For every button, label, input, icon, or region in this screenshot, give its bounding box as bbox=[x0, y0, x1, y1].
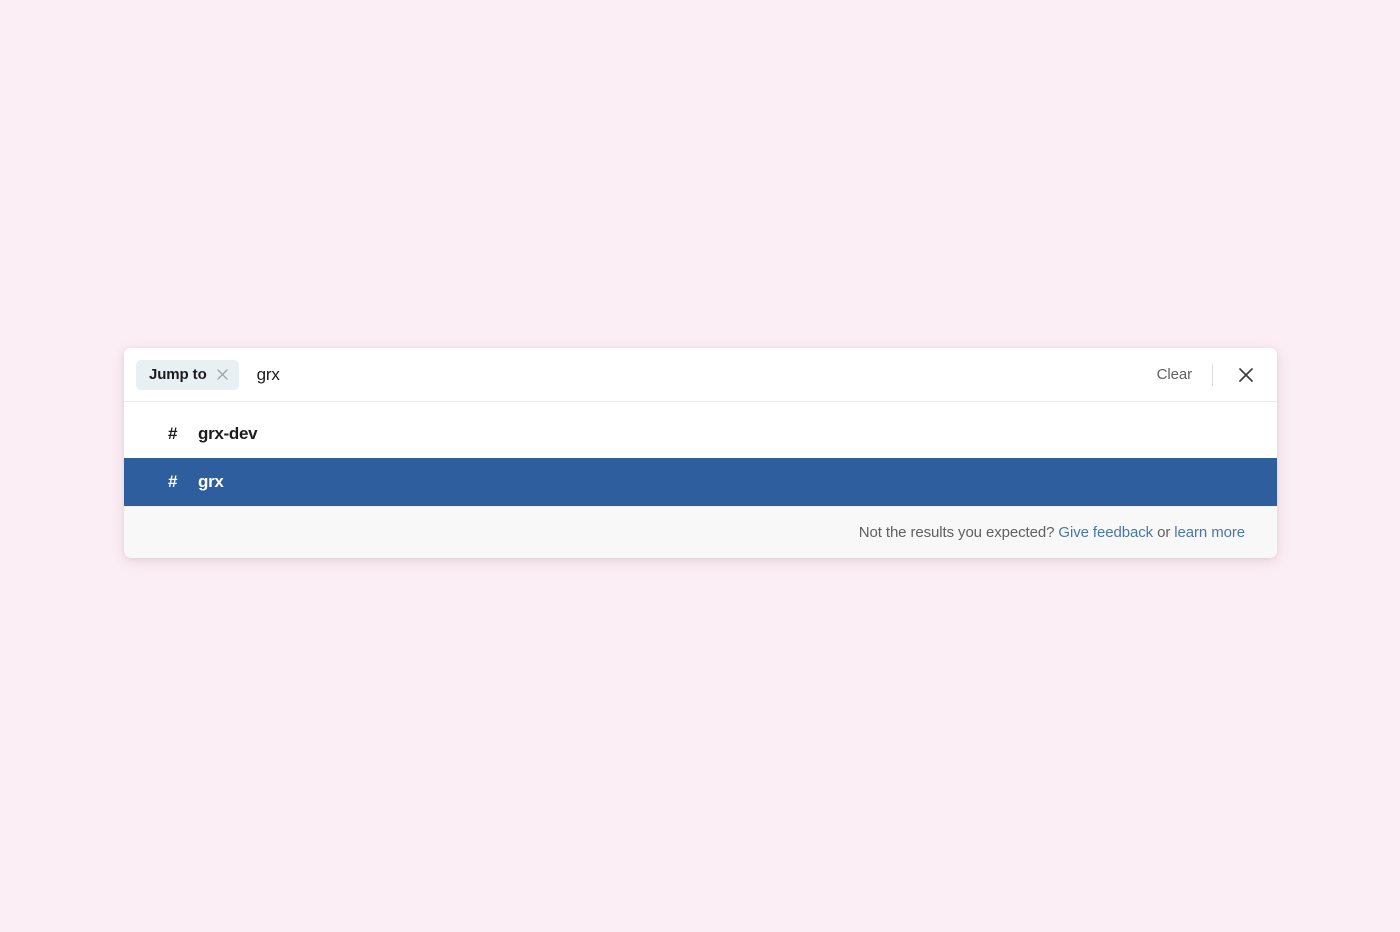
search-header: Jump to grx Clear bbox=[124, 348, 1277, 402]
filter-chip-jump-to[interactable]: Jump to bbox=[136, 359, 239, 390]
footer-text-block: Not the results you expected? Give feedb… bbox=[859, 524, 1245, 541]
result-label: grx bbox=[198, 472, 224, 491]
chip-close-icon[interactable] bbox=[216, 368, 230, 382]
clear-button[interactable]: Clear bbox=[1151, 362, 1198, 387]
search-results-list: # grx-dev # grx bbox=[124, 402, 1277, 506]
close-icon bbox=[1236, 365, 1256, 385]
jump-to-search-dialog: Jump to grx Clear # grx-dev # grx Not th… bbox=[124, 348, 1277, 558]
channel-hash-icon: # bbox=[168, 424, 178, 443]
close-dialog-button[interactable] bbox=[1229, 358, 1263, 392]
footer-prompt: Not the results you expected? bbox=[858, 524, 1055, 541]
footer-conjunction: or bbox=[1157, 524, 1171, 541]
result-label: grx-dev bbox=[198, 424, 258, 443]
result-row-grx[interactable]: # grx bbox=[124, 458, 1277, 506]
search-footer: Not the results you expected? Give feedb… bbox=[124, 506, 1277, 558]
channel-hash-icon: # bbox=[168, 472, 178, 491]
result-row-grx-dev[interactable]: # grx-dev bbox=[124, 410, 1277, 458]
learn-more-link[interactable]: learn more bbox=[1174, 524, 1245, 541]
give-feedback-link[interactable]: Give feedback bbox=[1058, 524, 1153, 541]
filter-chip-label: Jump to bbox=[149, 366, 207, 383]
search-input[interactable]: grx bbox=[257, 365, 280, 385]
header-divider bbox=[1212, 363, 1213, 386]
